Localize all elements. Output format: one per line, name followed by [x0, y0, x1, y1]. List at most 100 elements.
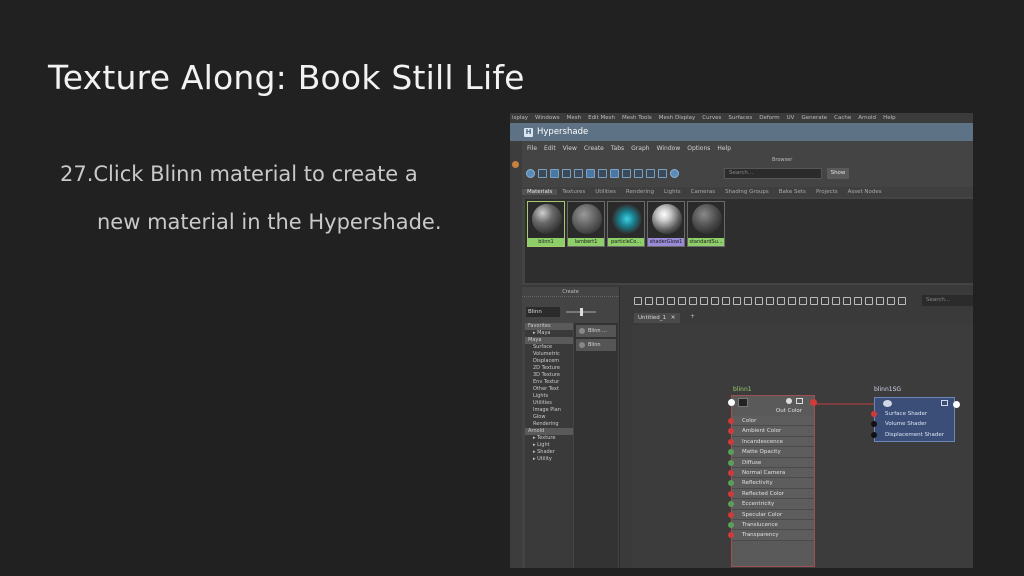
main-menu-item[interactable]: Mesh Tools: [622, 115, 652, 121]
input-port-icon[interactable]: [728, 428, 734, 435]
graph-tool-icon[interactable]: [667, 297, 675, 305]
input-port-icon[interactable]: [728, 469, 734, 476]
tab-lights[interactable]: Lights: [659, 189, 686, 195]
sg-attribute-row[interactable]: Volume Shader: [871, 419, 954, 429]
create-result-blinn[interactable]: Blinn ...: [576, 325, 616, 337]
blinn-attribute-row[interactable]: Ambient Color: [728, 426, 814, 437]
toolbar-icon[interactable]: [610, 168, 619, 178]
input-port-icon[interactable]: [728, 521, 734, 528]
toolbar-icon[interactable]: [574, 168, 583, 178]
tab-materials[interactable]: Materials: [522, 189, 558, 195]
input-port-icon[interactable]: [871, 421, 877, 428]
node-toggle-icon[interactable]: [786, 398, 792, 404]
material-swatch[interactable]: shaderGlow1: [647, 201, 685, 247]
blinn-attribute-row[interactable]: Reflectivity: [728, 478, 814, 489]
create-tree-item[interactable]: Image Plan: [525, 407, 573, 414]
toolbar-icon[interactable]: [646, 168, 655, 178]
hypershade-menu-item[interactable]: Window: [657, 145, 681, 152]
toolbar-icon[interactable]: [634, 168, 643, 178]
toolbar-icon[interactable]: [622, 168, 631, 178]
input-port-icon[interactable]: [871, 411, 877, 417]
graph-tool-icon[interactable]: [832, 297, 840, 305]
tool-icon[interactable]: [512, 161, 519, 168]
create-tree-item[interactable]: Arnold: [525, 428, 573, 435]
graph-tool-icon[interactable]: [854, 297, 862, 305]
create-tree-item[interactable]: ▸ Texture: [525, 435, 573, 442]
graph-tool-icon[interactable]: [711, 297, 719, 305]
blinn-attribute-row[interactable]: Matte Opacity: [728, 447, 814, 458]
input-port-icon[interactable]: [728, 449, 734, 456]
tab-shading-groups[interactable]: Shading Groups: [720, 189, 774, 195]
blinn-attribute-row[interactable]: Transparency: [728, 530, 814, 541]
size-slider-handle[interactable]: [580, 308, 583, 316]
create-tree-item[interactable]: Other Text: [525, 386, 573, 393]
main-menu-item[interactable]: Edit Mesh: [588, 115, 615, 121]
icon-view-icon[interactable]: [586, 168, 595, 178]
create-filter-input[interactable]: Blinn: [526, 307, 560, 317]
node-collapse-icon[interactable]: [941, 400, 948, 406]
graph-tool-icon[interactable]: [722, 297, 730, 305]
graph-tool-icon[interactable]: [634, 297, 642, 305]
create-tree-item[interactable]: ▸ Shader: [525, 449, 573, 456]
create-result-blinn[interactable]: Blinn: [576, 339, 616, 351]
blinn-attribute-row[interactable]: Normal Camera: [728, 467, 814, 479]
hypershade-titlebar[interactable]: H Hypershade: [510, 123, 973, 141]
create-tree-item[interactable]: Glow: [525, 414, 573, 421]
hypershade-menu-item[interactable]: Options: [687, 145, 710, 152]
blinn-attribute-row[interactable]: Diffuse: [728, 457, 814, 468]
input-port-icon[interactable]: [728, 480, 734, 487]
material-swatch[interactable]: particleCo...: [607, 201, 645, 247]
main-menu-item[interactable]: isplay: [512, 115, 528, 121]
grid-view-icon[interactable]: [550, 168, 559, 178]
tab-rendering[interactable]: Rendering: [621, 189, 659, 195]
create-tree-item[interactable]: Env Textur: [525, 379, 573, 386]
create-tree-item[interactable]: Favorites: [525, 323, 573, 330]
graph-tool-icon[interactable]: [898, 297, 906, 305]
blinn-attribute-row[interactable]: Translucence: [728, 519, 814, 531]
show-button[interactable]: Show: [827, 168, 849, 179]
create-tree-item[interactable]: ▸ Maya: [525, 330, 573, 337]
tab-bake-sets[interactable]: Bake Sets: [774, 189, 811, 195]
hypershade-menu-item[interactable]: File: [527, 145, 537, 152]
node-collapse-icon[interactable]: [796, 398, 803, 404]
input-port-icon[interactable]: [728, 438, 734, 445]
input-port-icon[interactable]: [871, 431, 877, 438]
graph-tool-icon[interactable]: [799, 297, 807, 305]
sg-attribute-row[interactable]: Displacement Shader: [871, 430, 954, 440]
input-port-icon[interactable]: [728, 511, 734, 518]
node-graph-area[interactable]: blinn1 Out Color Color Ambient Color Incan…: [632, 325, 973, 568]
hypershade-menu-item[interactable]: Graph: [631, 145, 649, 152]
main-menu-item[interactable]: Cache: [834, 115, 851, 121]
hypershade-menu-item[interactable]: Help: [717, 145, 731, 152]
graph-tool-icon[interactable]: [887, 297, 895, 305]
graph-tool-icon[interactable]: [700, 297, 708, 305]
graph-tool-icon[interactable]: [656, 297, 664, 305]
tab-cameras[interactable]: Cameras: [686, 189, 720, 195]
input-port-icon[interactable]: [728, 418, 734, 424]
graph-tool-icon[interactable]: [777, 297, 785, 305]
add-tab-icon[interactable]: +: [690, 313, 695, 320]
list-view-icon[interactable]: [562, 168, 571, 178]
hypershade-menu-item[interactable]: Create: [584, 145, 604, 152]
main-menu-item[interactable]: Generate: [801, 115, 827, 121]
tab-textures[interactable]: Textures: [557, 189, 590, 195]
create-tree-item[interactable]: 2D Texture: [525, 365, 573, 372]
graph-tool-icon[interactable]: [678, 297, 686, 305]
main-menu-item[interactable]: Mesh Display: [659, 115, 696, 121]
blinn-attribute-row[interactable]: Eccentricity: [728, 499, 814, 510]
graph-tool-icon[interactable]: [788, 297, 796, 305]
input-port-icon[interactable]: [728, 459, 734, 466]
main-menu-item[interactable]: UV: [787, 115, 795, 121]
graph-tool-icon[interactable]: [876, 297, 884, 305]
create-tree-item[interactable]: 3D Texture: [525, 372, 573, 379]
toolbar-icon[interactable]: [538, 168, 547, 178]
output-port-icon[interactable]: [810, 399, 817, 406]
main-menu-item[interactable]: Arnold: [858, 115, 876, 121]
blinn-attribute-row[interactable]: Reflected Color: [728, 488, 814, 500]
refresh-icon[interactable]: [670, 168, 679, 178]
toolbar-icon[interactable]: [658, 168, 667, 178]
main-menu-item[interactable]: Help: [883, 115, 896, 121]
output-port-icon[interactable]: [953, 401, 960, 408]
main-menu-item[interactable]: Curves: [702, 115, 721, 121]
create-tree-item[interactable]: Lights: [525, 393, 573, 400]
